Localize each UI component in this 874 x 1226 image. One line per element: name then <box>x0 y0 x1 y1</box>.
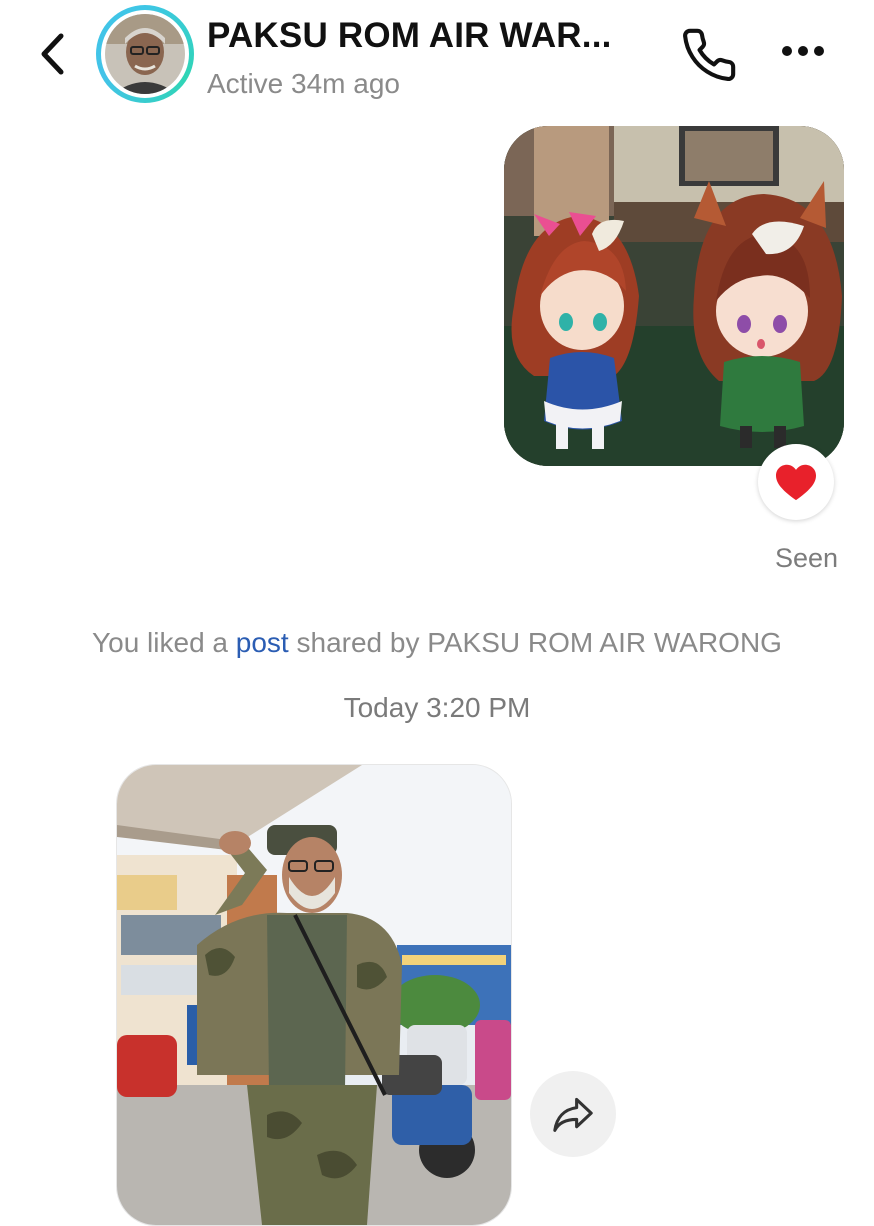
timestamp: Today 3:20 PM <box>343 692 531 723</box>
contact-name[interactable]: PAKSU ROM AIR WAR... <box>207 16 612 56</box>
liked-notice-suffix: shared by PAKSU ROM AIR WARONG <box>288 627 782 658</box>
active-status: Active 34m ago <box>207 68 400 99</box>
liked-post-notice: You liked a post shared by PAKSU ROM AIR… <box>0 627 874 659</box>
chevron-left-icon <box>41 33 64 75</box>
post-link[interactable]: post <box>236 627 289 658</box>
back-button[interactable] <box>30 28 76 80</box>
more-options-button[interactable] <box>776 38 830 64</box>
more-horizontal-icon <box>782 46 824 56</box>
call-button[interactable] <box>680 26 738 84</box>
liked-notice-prefix: You liked a <box>92 627 236 658</box>
anime-chibi-image <box>504 126 844 466</box>
received-media-message[interactable] <box>116 764 512 1226</box>
heart-icon <box>776 464 816 501</box>
phone-icon <box>683 28 736 82</box>
seen-indicator: Seen <box>774 543 838 573</box>
sent-media-message[interactable] <box>504 126 844 466</box>
chat-header: PAKSU ROM AIR WAR... Active 34m ago <box>0 0 874 118</box>
avatar <box>105 14 185 94</box>
heart-reaction[interactable] <box>758 444 834 520</box>
share-arrow-icon <box>553 1097 593 1132</box>
share-button[interactable] <box>530 1071 616 1157</box>
avatar-story-ring[interactable] <box>96 5 194 103</box>
man-saluting-photo <box>117 765 511 1225</box>
